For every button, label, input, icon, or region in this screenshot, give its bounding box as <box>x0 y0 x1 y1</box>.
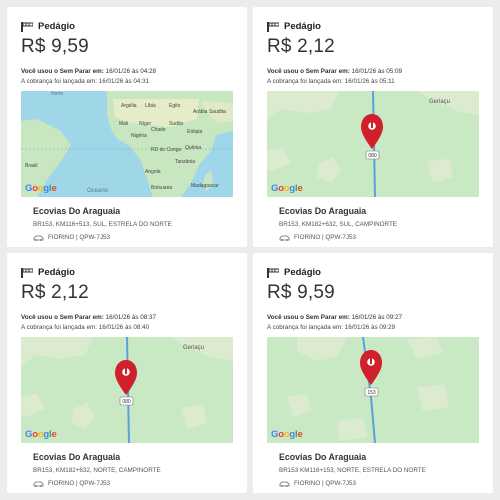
google-logo: Google <box>25 183 57 194</box>
amount: R$ 2,12 <box>267 36 335 57</box>
map-label: Tanzânia <box>175 159 195 165</box>
map-label: Angola <box>145 169 161 175</box>
card-header: Pedágio <box>21 267 75 278</box>
amount: R$ 2,12 <box>21 282 89 303</box>
car-icon <box>33 481 44 487</box>
world-map: Argélia Líbia Egito Arábia Saudita Mali … <box>21 91 233 197</box>
card-title: Pedágio <box>284 21 321 32</box>
address: BR153 KM116+153, NORTE, ESTRELA DO NORTE <box>279 467 426 474</box>
google-logo: Google <box>271 429 303 440</box>
used-info: Você usou o Sem Parar em: 16/01/26 às 05… <box>267 68 402 75</box>
card-header: Pedágio <box>21 21 75 32</box>
map-label: Madagascar <box>191 183 219 189</box>
map[interactable]: Argélia Líbia Egito Arábia Saudita Mali … <box>21 91 233 197</box>
used-info: Você usou o Sem Parar em: 16/01/26 às 09… <box>267 314 402 321</box>
map-label: Líbia <box>145 103 156 109</box>
card-title: Pedágio <box>38 267 75 278</box>
toll-gate-icon <box>267 267 279 278</box>
road-map: Geriaçu 080 <box>267 91 479 197</box>
road-shield: 153 <box>364 387 379 397</box>
company-name: Ecovias Do Araguaia <box>33 206 121 216</box>
google-logo: Google <box>25 429 57 440</box>
amount: R$ 9,59 <box>21 36 89 57</box>
map-label: Oceano <box>87 188 109 194</box>
car-icon <box>279 481 290 487</box>
company-name: Ecovias Do Araguaia <box>279 452 367 462</box>
toll-gate-icon <box>21 267 33 278</box>
address: BR153, KM182+632, SUL, CAMPINORTE <box>279 221 398 228</box>
map-label: Brasil <box>25 163 38 169</box>
vehicle-info: FIORINO | QPW-7J53 <box>33 234 110 241</box>
toll-card[interactable]: Pedágio R$ 9,59 Você usou o Sem Parar em… <box>253 253 493 493</box>
road-map: Geriaçu 080 <box>21 337 233 443</box>
svg-text:080: 080 <box>122 399 131 405</box>
toll-gate-icon <box>21 21 33 32</box>
road-shield: 080 <box>365 150 380 160</box>
google-logo: Google <box>271 183 303 194</box>
card-header: Pedágio <box>267 267 321 278</box>
charged-info: A cobrança foi lançada em: 16/01/26 às 0… <box>21 324 150 331</box>
map[interactable]: Geriaçu 080 Google <box>267 91 479 197</box>
map-label: Quênia <box>185 145 201 151</box>
map[interactable]: Geriaçu 080 Google <box>21 337 233 443</box>
used-info: Você usou o Sem Parar em: 16/01/26 às 04… <box>21 68 156 75</box>
map-label: Chade <box>151 127 166 133</box>
road-map: 153 <box>267 337 479 443</box>
road-shield: 080 <box>119 396 134 406</box>
toll-card[interactable]: Pedágio R$ 9,59 Você usou o Sem Parar em… <box>7 7 247 247</box>
charged-info: A cobrança foi lançada em: 16/01/26 às 0… <box>267 324 396 331</box>
address: BR153, KM182+632, NORTE, CAMPINORTE <box>33 467 161 474</box>
company-name: Ecovias Do Araguaia <box>33 452 121 462</box>
svg-text:153: 153 <box>367 390 376 396</box>
car-icon <box>33 235 44 241</box>
charged-info: A cobrança foi lançada em: 16/01/26 às 0… <box>267 78 395 85</box>
card-title: Pedágio <box>38 21 75 32</box>
place-label: Geriaçu <box>183 345 204 351</box>
card-header: Pedágio <box>267 21 321 32</box>
car-icon <box>279 235 290 241</box>
charged-info: A cobrança foi lançada em: 16/01/26 às 0… <box>21 78 150 85</box>
map-label: Argélia <box>121 103 137 109</box>
address: BR153, KM116+513, SUL, ESTRELA DO NORTE <box>33 221 172 228</box>
toll-card[interactable]: Pedágio R$ 2,12 Você usou o Sem Parar em… <box>253 7 493 247</box>
vehicle-info: FIORINO | QPW-7J53 <box>279 234 356 241</box>
place-label: Geriaçu <box>429 99 450 105</box>
map-label: Etiópia <box>187 129 203 135</box>
map-label: RD do Congo <box>151 147 182 153</box>
vehicle-info: FIORINO | QPW-7J53 <box>33 480 110 487</box>
vehicle-info: FIORINO | QPW-7J53 <box>279 480 356 487</box>
company-name: Ecovias Do Araguaia <box>279 206 367 216</box>
used-info: Você usou o Sem Parar em: 16/01/26 às 08… <box>21 314 156 321</box>
amount: R$ 9,59 <box>267 282 335 303</box>
toll-gate-icon <box>267 21 279 32</box>
map-label: Arábia Saudita <box>193 109 226 115</box>
map-label: Egito <box>169 103 181 109</box>
map-label: Mali <box>119 121 128 127</box>
map-label: Botsuana <box>151 185 172 191</box>
map[interactable]: 153 Google <box>267 337 479 443</box>
map-label: Norte <box>51 91 63 97</box>
map-label: Sudão <box>169 121 184 127</box>
toll-card[interactable]: Pedágio R$ 2,12 Você usou o Sem Parar em… <box>7 253 247 493</box>
card-title: Pedágio <box>284 267 321 278</box>
svg-text:080: 080 <box>368 153 377 159</box>
map-label: Níger <box>139 121 152 127</box>
map-label: Nigéria <box>131 133 147 139</box>
